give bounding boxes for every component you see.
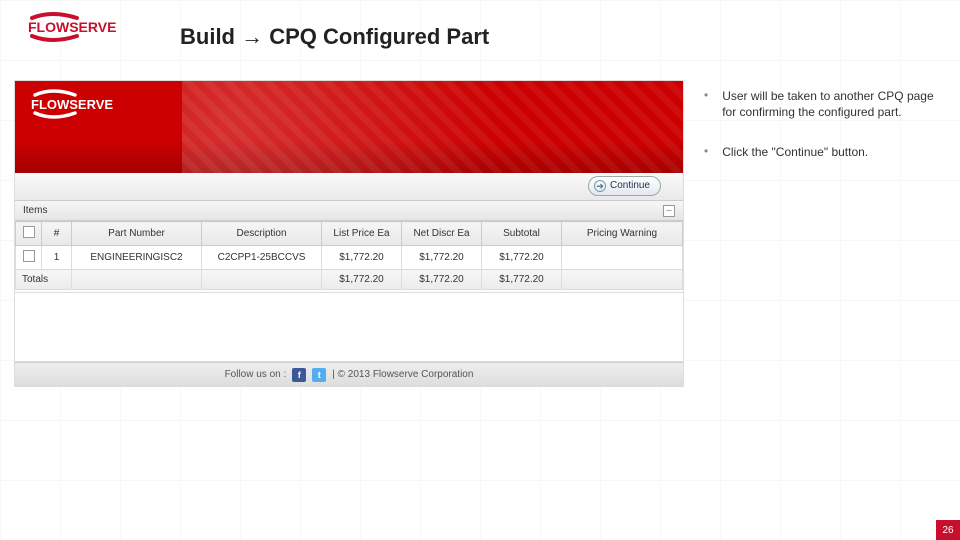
instruction-text: Click the "Continue" button. xyxy=(722,144,868,160)
twitter-icon[interactable]: t xyxy=(312,368,326,382)
totals-net-discr: $1,772.20 xyxy=(402,270,482,290)
list-item: • User will be taken to another CPQ page… xyxy=(704,88,944,120)
cell-pricing-warning xyxy=(562,246,683,270)
arrow-right-icon: ➔ xyxy=(594,180,606,192)
cpq-screenshot: FLOWSERVE ➔ Continue Items – # Part Numb… xyxy=(14,80,684,387)
continue-button[interactable]: ➔ Continue xyxy=(588,176,661,196)
totals-subtotal: $1,772.20 xyxy=(482,270,562,290)
cell-list-price: $1,772.20 xyxy=(322,246,402,270)
col-pricing-warning: Pricing Warning xyxy=(562,222,683,246)
table-row[interactable]: 1 ENGINEERINGISC2 C2CPP1-25BCCVS $1,772.… xyxy=(16,246,683,270)
table-header-row: # Part Number Description List Price Ea … xyxy=(16,222,683,246)
page-number: 26 xyxy=(936,520,960,540)
row-checkbox[interactable] xyxy=(23,250,35,262)
bullet-icon: • xyxy=(704,144,708,160)
bullet-icon: • xyxy=(704,88,708,120)
svg-text:FLOWSERVE: FLOWSERVE xyxy=(28,19,116,35)
instruction-text: User will be taken to another CPQ page f… xyxy=(722,88,944,120)
select-all-checkbox[interactable] xyxy=(23,226,35,238)
flowserve-logo-small: FLOWSERVE xyxy=(25,89,135,124)
follow-label: Follow us on : xyxy=(225,369,287,380)
items-table: # Part Number Description List Price Ea … xyxy=(15,221,683,290)
cpq-header: FLOWSERVE xyxy=(15,81,683,173)
blank-area xyxy=(15,292,683,362)
instructions-list: • User will be taken to another CPQ page… xyxy=(704,88,944,185)
items-section-header[interactable]: Items – xyxy=(15,201,683,221)
cell-net-discr: $1,772.20 xyxy=(402,246,482,270)
col-net-discr: Net Discr Ea xyxy=(402,222,482,246)
col-list-price: List Price Ea xyxy=(322,222,402,246)
cpq-toolbar: ➔ Continue xyxy=(15,173,683,201)
cell-part-number: ENGINEERINGISC2 xyxy=(72,246,202,270)
totals-list-price: $1,772.20 xyxy=(322,270,402,290)
page-title: Build → CPQ Configured Part xyxy=(180,24,489,50)
totals-row: Totals $1,772.20 $1,772.20 $1,772.20 xyxy=(16,270,683,290)
cell-subtotal: $1,772.20 xyxy=(482,246,562,270)
list-item: • Click the "Continue" button. xyxy=(704,144,944,160)
cpq-footer: Follow us on : f t | © 2013 Flowserve Co… xyxy=(15,362,683,386)
col-num: # xyxy=(42,222,72,246)
continue-label: Continue xyxy=(610,177,650,195)
cell-num: 1 xyxy=(42,246,72,270)
collapse-icon[interactable]: – xyxy=(663,205,675,217)
col-part-number: Part Number xyxy=(72,222,202,246)
items-label: Items xyxy=(23,205,47,216)
copyright-text: | © 2013 Flowserve Corporation xyxy=(332,369,473,380)
col-description: Description xyxy=(202,222,322,246)
col-subtotal: Subtotal xyxy=(482,222,562,246)
totals-label: Totals xyxy=(16,270,72,290)
flowserve-logo: FLOWSERVE xyxy=(22,12,142,42)
svg-text:FLOWSERVE: FLOWSERVE xyxy=(31,97,113,112)
facebook-icon[interactable]: f xyxy=(292,368,306,382)
cell-description: C2CPP1-25BCCVS xyxy=(202,246,322,270)
